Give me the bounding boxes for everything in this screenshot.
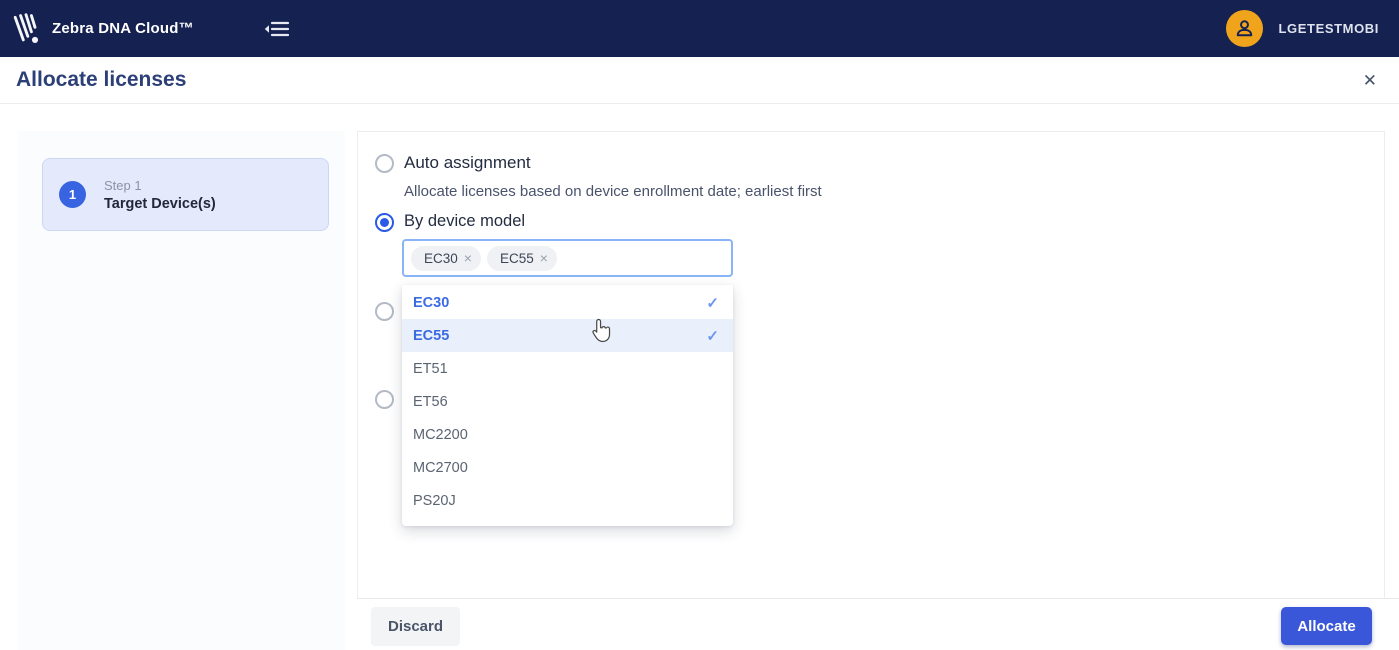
dropdown-option[interactable]: ET56 ✓ xyxy=(402,385,733,418)
navbar-right: LGETESTMOBI xyxy=(1225,10,1380,47)
allocate-button[interactable]: Allocate xyxy=(1281,607,1372,645)
check-icon: ✓ xyxy=(706,327,719,345)
chip-remove-icon[interactable]: × xyxy=(464,251,472,265)
step-number-badge: 1 xyxy=(59,181,86,208)
auto-assignment-label: Auto assignment xyxy=(404,153,531,172)
step-1-card[interactable]: 1 Step 1 Target Device(s) xyxy=(42,158,329,231)
allocate-licenses-screen: Zebra DNA Cloud™ LGETESTMOBI Allocate li… xyxy=(0,0,1399,650)
step-label: Step 1 xyxy=(104,177,142,193)
discard-button[interactable]: Discard xyxy=(371,607,460,646)
footer-divider xyxy=(357,598,1399,599)
radio-option-obscured-1[interactable] xyxy=(375,302,394,321)
target-devices-panel: Auto assignment Allocate licenses based … xyxy=(357,131,1385,598)
dialog-header: Allocate licenses ✕ xyxy=(0,57,1399,104)
chip-label: EC30 xyxy=(424,250,458,266)
step-texts: Step 1 Target Device(s) xyxy=(104,178,216,212)
dropdown-option-label: PS20J xyxy=(413,492,456,509)
page-title: Allocate licenses xyxy=(16,68,187,91)
brand-title: Zebra DNA Cloud™ xyxy=(52,20,194,37)
top-navbar: Zebra DNA Cloud™ LGETESTMOBI xyxy=(0,0,1399,57)
radio-by-device-model[interactable] xyxy=(375,213,394,232)
radio-auto-assignment[interactable] xyxy=(375,154,394,173)
radio-option-obscured-2[interactable] xyxy=(375,390,394,409)
by-device-model-label: By device model xyxy=(404,212,526,230)
username-label[interactable]: LGETESTMOBI xyxy=(1279,21,1380,36)
close-icon[interactable]: ✕ xyxy=(1359,68,1381,93)
model-chip[interactable]: EC55 × xyxy=(486,245,557,271)
cursor-pointer-icon xyxy=(591,318,612,348)
dropdown-option-label: MC2700 xyxy=(413,459,468,476)
device-model-dropdown: EC30 ✓ EC55 ✓ ET51 ✓ ET56 ✓ MC2200 ✓ MC2… xyxy=(402,285,733,526)
model-chip[interactable]: EC30 × xyxy=(411,245,481,271)
dropdown-option[interactable]: EC55 ✓ xyxy=(402,319,733,352)
steps-sidebar: 1 Step 1 Target Device(s) xyxy=(18,131,345,650)
device-model-multiselect-input[interactable]: EC30 × EC55 × xyxy=(402,239,733,277)
dropdown-option[interactable]: ET51 ✓ xyxy=(402,352,733,385)
dropdown-option-label: EC55 xyxy=(413,327,450,344)
menu-open-icon[interactable] xyxy=(264,18,290,40)
dropdown-option-label: MC2200 xyxy=(413,426,468,443)
dropdown-option-label: ET51 xyxy=(413,360,448,377)
dropdown-option[interactable]: PS20J ✓ xyxy=(402,484,733,517)
dropdown-option-label: EC30 xyxy=(413,294,450,311)
chip-label: EC55 xyxy=(499,250,534,266)
zebra-logo-icon xyxy=(13,12,39,43)
user-avatar[interactable] xyxy=(1225,10,1263,47)
auto-assignment-description: Allocate licenses based on device enroll… xyxy=(404,183,822,200)
dropdown-option[interactable]: EC30 ✓ xyxy=(402,286,733,319)
dropdown-option[interactable]: MC2200 ✓ xyxy=(402,418,733,451)
dropdown-option-label: ET56 xyxy=(413,393,448,410)
chip-remove-icon[interactable]: × xyxy=(540,251,548,265)
step-sublabel: Target Device(s) xyxy=(104,195,216,212)
person-icon xyxy=(1236,20,1252,37)
dropdown-option[interactable]: MC2700 ✓ xyxy=(402,451,733,484)
check-icon: ✓ xyxy=(706,294,719,312)
